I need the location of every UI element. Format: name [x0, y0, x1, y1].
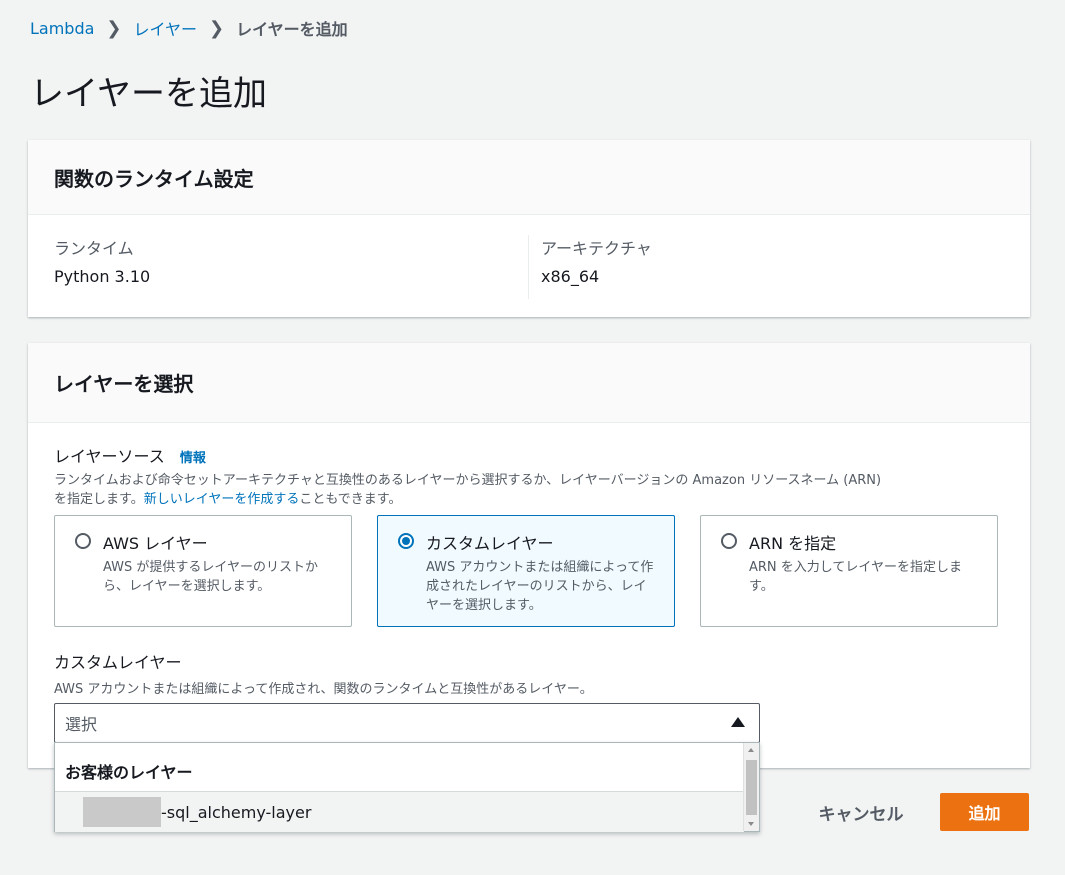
layer-source-description: ランタイムおよび命令セットアーキテクチャと互換性のあるレイヤーから選択するか、レ…	[54, 473, 882, 507]
tile-description: AWS アカウントまたは組織によって作成されたレイヤーのリストから、レイヤーを選…	[426, 560, 654, 613]
runtime-settings-panel: 関数のランタイム設定 ランタイム Python 3.10 アーキテクチャ x86…	[28, 140, 1030, 317]
runtime-label: ランタイム	[54, 239, 134, 258]
layer-select-title: レイヤーを選択	[54, 372, 194, 396]
custom-layer-label: カスタムレイヤー	[54, 653, 182, 672]
architecture-label: アーキテクチャ	[541, 239, 652, 258]
option-label: -sql_alchemy-layer	[161, 802, 312, 822]
redacted-block	[83, 797, 161, 827]
breadcrumb-current: レイヤーを追加	[236, 20, 348, 39]
dropdown-option[interactable]: -sql_alchemy-layer	[55, 791, 744, 832]
create-new-layer-link[interactable]: 新しいレイヤーを作成する	[144, 492, 300, 507]
tile-title: ARN を指定	[749, 534, 837, 553]
tile-specify-arn[interactable]: ARN を指定 ARN を入力してレイヤーを指定します。	[700, 515, 998, 627]
scroll-down-icon[interactable]	[748, 822, 754, 826]
dropdown-group-label: お客様のレイヤー	[65, 763, 193, 782]
layer-source-label: レイヤーソース	[54, 447, 165, 466]
layer-select-header: レイヤーを選択	[28, 343, 1030, 423]
tile-aws-layers[interactable]: AWS レイヤー AWS が提供するレイヤーのリストから、レイヤーを選択します。	[54, 515, 352, 627]
breadcrumb-layers[interactable]: レイヤー	[134, 16, 198, 40]
chevron-right-icon: ❯	[209, 17, 225, 39]
scroll-up-icon[interactable]	[748, 748, 754, 752]
runtime-value: Python 3.10	[54, 267, 151, 286]
architecture-value: x86_64	[541, 267, 600, 286]
layer-select-body: レイヤーソース 情報 ランタイムおよび命令セットアーキテクチャと互換性のあるレイ…	[28, 423, 1030, 697]
scrollbar-thumb[interactable]	[746, 760, 757, 815]
dropdown-scrollbar[interactable]	[743, 743, 759, 831]
add-button[interactable]: 追加	[940, 793, 1029, 831]
runtime-settings-title: 関数のランタイム設定	[54, 166, 254, 191]
custom-layer-select[interactable]: 選択	[54, 703, 760, 743]
radio-custom-layers[interactable]	[398, 533, 414, 549]
tile-title: カスタムレイヤー	[426, 534, 554, 553]
tile-description: AWS が提供するレイヤーのリストから、レイヤーを選択します。	[103, 560, 319, 594]
select-placeholder: 選択	[65, 715, 98, 734]
runtime-settings-header: 関数のランタイム設定	[28, 140, 1030, 215]
runtime-field: ランタイム Python 3.10	[28, 235, 528, 299]
breadcrumb: Lambda ❯ レイヤー ❯ レイヤーを追加	[30, 16, 348, 40]
chevron-right-icon: ❯	[106, 17, 122, 39]
cancel-button[interactable]: キャンセル	[800, 793, 922, 831]
radio-specify-arn[interactable]	[721, 533, 737, 549]
architecture-field: アーキテクチャ x86_64	[528, 235, 1015, 299]
layer-source-options: AWS レイヤー AWS が提供するレイヤーのリストから、レイヤーを選択します。…	[54, 515, 1004, 627]
tile-description: ARN を入力してレイヤーを指定します。	[749, 560, 963, 594]
radio-aws-layers[interactable]	[75, 533, 91, 549]
runtime-settings-values: ランタイム Python 3.10 アーキテクチャ x86_64	[28, 215, 1030, 299]
tile-custom-layers[interactable]: カスタムレイヤー AWS アカウントまたは組織によって作成されたレイヤーのリスト…	[377, 515, 675, 627]
info-link[interactable]: 情報	[180, 451, 206, 466]
breadcrumb-lambda[interactable]: Lambda	[30, 19, 94, 38]
page-title: レイヤーを追加	[30, 74, 267, 114]
caret-up-icon	[731, 717, 745, 727]
custom-layer-description: AWS アカウントまたは組織によって作成され、関数のランタイムと互換性があるレイ…	[54, 682, 593, 697]
custom-layer-dropdown: お客様のレイヤー -sql_alchemy-layer	[54, 742, 760, 832]
tile-title: AWS レイヤー	[103, 534, 208, 553]
